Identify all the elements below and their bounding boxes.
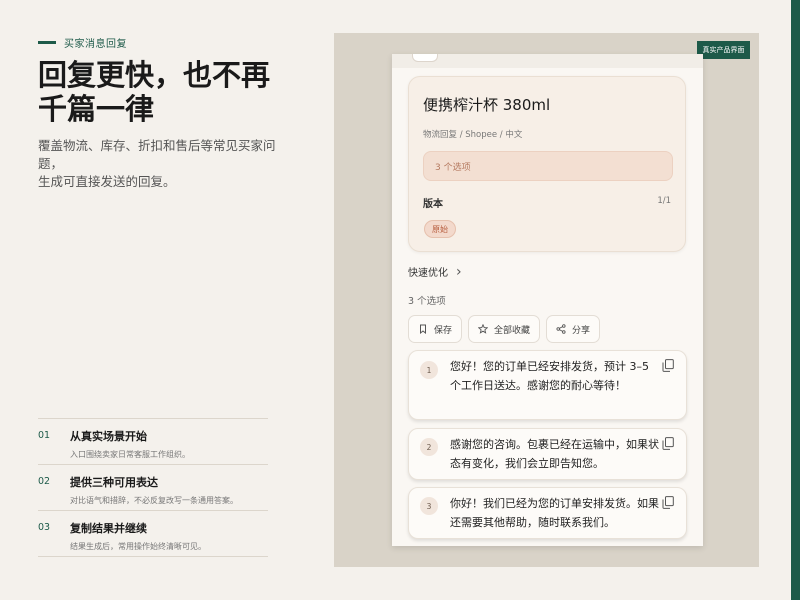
- options-dropdown[interactable]: 3 个选项: [423, 151, 673, 181]
- save-button[interactable]: 保存: [408, 315, 463, 343]
- feature-subtitle: 入口围绕卖家日常客服工作组织。: [70, 450, 190, 459]
- reply-text: 感谢您的咨询。包裹已经在运输中，如果状态有变化，我们会立即告知您。: [450, 438, 659, 470]
- copy-icon[interactable]: [662, 496, 674, 509]
- eyebrow: 买家消息回复: [38, 35, 127, 50]
- feature-item: 02 提供三种可用表达 对比语气和措辞，不必反复改写一条通用答案。: [38, 465, 268, 511]
- feature-subtitle: 对比语气和措辞，不必反复改写一条通用答案。: [70, 496, 238, 505]
- star-icon: [478, 324, 489, 334]
- feature-title: 提供三种可用表达: [70, 476, 158, 489]
- headline-line-1: 回复更快，也不再: [38, 58, 271, 92]
- action-bar: 保存 全部收藏 分享: [408, 315, 601, 343]
- version-count: 1/1: [657, 196, 671, 206]
- version-label: 版本: [423, 199, 443, 210]
- feature-number: 02: [38, 476, 51, 487]
- share-label: 分享: [572, 325, 591, 336]
- accent-stripe: [791, 0, 800, 600]
- top-handle: [412, 54, 438, 62]
- reply-card[interactable]: 2 感谢您的咨询。包裹已经在运输中，如果状态有变化，我们会立即告知您。: [408, 428, 687, 480]
- product-meta: 物流回复 / Shopee / 中文: [423, 130, 523, 140]
- app-screen: 便携榨汁杯 380ml 物流回复 / Shopee / 中文 3 个选项 版本 …: [392, 54, 703, 546]
- feature-title: 复制结果并继续: [70, 522, 147, 535]
- product-title: 便携榨汁杯 380ml: [423, 96, 551, 114]
- favorite-all-label: 全部收藏: [494, 325, 531, 336]
- feature-number: 01: [38, 430, 51, 441]
- headline-line-2: 千篇一律: [38, 92, 155, 126]
- share-button[interactable]: 分享: [546, 315, 601, 343]
- eyebrow-label: 买家消息回复: [64, 39, 127, 50]
- description-line-1: 覆盖物流、库存、折扣和售后等常见买家问题，: [38, 138, 276, 171]
- feature-subtitle: 结果生成后，常用操作始终清晰可见。: [70, 542, 206, 551]
- real-product-badge: 真实产品界面: [697, 41, 750, 59]
- reply-card[interactable]: 1 您好！您的订单已经安排发货，预计 3–5 个工作日送达。感谢您的耐心等待！: [408, 350, 687, 420]
- description-line-2: 生成可直接发送的回复。: [38, 174, 176, 189]
- bookmark-icon: [420, 324, 426, 334]
- reply-number: 1: [420, 361, 438, 379]
- original-tag[interactable]: 原始: [424, 220, 456, 238]
- reply-number: 2: [420, 438, 438, 456]
- eyebrow-rule: [38, 41, 56, 44]
- reply-card[interactable]: 3 你好！我们已经为您的订单安排发货。如果还需要其他帮助，随时联系我们。: [408, 487, 687, 539]
- feature-list: 01 从真实场景开始 入口围绕卖家日常客服工作组织。 02 提供三种可用表达 对…: [38, 418, 268, 557]
- copy-icon[interactable]: [662, 437, 674, 450]
- page-headline: 回复更快，也不再 千篇一律: [38, 58, 318, 126]
- share-icon: [556, 324, 566, 334]
- feature-item: 03 复制结果并继续 结果生成后，常用操作始终清晰可见。: [38, 511, 268, 557]
- favorite-all-button[interactable]: 全部收藏: [468, 315, 541, 343]
- quick-optimize-label: 快速优化: [408, 268, 448, 279]
- quick-optimize-button[interactable]: 快速优化 ›: [408, 263, 462, 280]
- reply-text: 你好！我们已经为您的订单安排发货。如果还需要其他帮助，随时联系我们。: [450, 497, 659, 529]
- reply-text: 您好！您的订单已经安排发货，预计 3–5 个工作日送达。感谢您的耐心等待！: [450, 360, 649, 392]
- page-description: 覆盖物流、库存、折扣和售后等常见买家问题， 生成可直接发送的回复。: [38, 137, 298, 191]
- copy-icon[interactable]: [662, 359, 674, 372]
- feature-item: 01 从真实场景开始 入口围绕卖家日常客服工作组织。: [38, 419, 268, 465]
- chevron-right-icon: ›: [456, 263, 462, 280]
- product-card: 便携榨汁杯 380ml 物流回复 / Shopee / 中文 3 个选项 版本 …: [408, 76, 686, 252]
- feature-number: 03: [38, 522, 51, 533]
- app-top-bar: [392, 54, 703, 68]
- reply-number: 3: [420, 497, 438, 515]
- feature-title: 从真实场景开始: [70, 430, 147, 443]
- save-label: 保存: [434, 325, 453, 336]
- options-count: 3 个选项: [408, 296, 446, 307]
